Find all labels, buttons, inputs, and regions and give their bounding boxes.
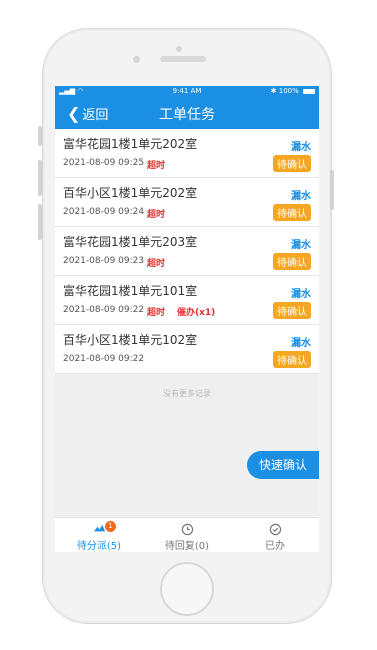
battery-percent: 100% xyxy=(278,87,299,95)
overdue-tag: 超时 xyxy=(147,161,166,171)
tab-badge: 1 xyxy=(105,521,116,532)
dispatch-icon xyxy=(93,524,105,532)
order-time: 2021-08-09 09:23 xyxy=(63,256,145,266)
order-item[interactable]: 百华小区1楼1单元102室 漏水 2021-08-09 09:22 待确认 xyxy=(55,325,319,374)
volume-up-button xyxy=(38,160,42,196)
tab-label: 待回复(0) xyxy=(164,541,210,552)
order-list: 富华花园1楼1单元202室 漏水 2021-08-09 09:25 超时 待确认… xyxy=(55,129,319,374)
tab-done[interactable]: 已办 xyxy=(231,518,319,552)
bluetooth-icon: ✱ xyxy=(270,87,277,95)
order-type: 漏水 xyxy=(291,142,311,153)
status-badge[interactable]: 待确认 xyxy=(273,204,311,221)
power-button xyxy=(330,170,334,210)
camera-dot xyxy=(176,46,182,52)
page-title: 工单任务 xyxy=(159,107,215,123)
order-address: 百华小区1楼1单元102室 xyxy=(63,333,198,347)
tab-pending-reply[interactable]: 待回复(0) xyxy=(143,518,231,552)
order-item[interactable]: 百华小区1楼1单元202室 漏水 2021-08-09 09:24 超时 待确认 xyxy=(55,178,319,227)
no-more-records: 没有更多记录 xyxy=(163,389,211,398)
app-screen: ▂▄▆ ◠ 9:41 AM ✱ 100% ❮ 返回 工单任务 富华花园1楼1单元2… xyxy=(55,86,319,552)
overdue-tag: 超时 xyxy=(147,308,166,318)
status-badge[interactable]: 待确认 xyxy=(273,155,311,172)
quick-confirm-button[interactable]: 快速确认 xyxy=(247,451,319,479)
order-type: 漏水 xyxy=(291,191,311,202)
order-address: 百华小区1楼1单元202室 xyxy=(63,186,198,200)
order-time: 2021-08-09 09:22 xyxy=(63,354,145,364)
order-address: 富华花园1楼1单元101室 xyxy=(63,284,198,298)
order-address: 富华花园1楼1单元202室 xyxy=(63,137,198,151)
order-type: 漏水 xyxy=(291,338,311,349)
order-item[interactable]: 富华花园1楼1单元202室 漏水 2021-08-09 09:25 超时 待确认 xyxy=(55,129,319,178)
tab-bar: 1 待分派(5) 待回复(0) 已办 xyxy=(55,517,319,552)
status-badge[interactable]: 待确认 xyxy=(273,351,311,368)
tab-label: 已办 xyxy=(265,541,285,552)
order-type: 漏水 xyxy=(291,289,311,300)
battery-icon xyxy=(303,88,315,94)
clock-icon xyxy=(181,523,193,536)
volume-down-button xyxy=(38,204,42,240)
order-item[interactable]: 富华花园1楼1单元203室 漏水 2021-08-09 09:23 超时 待确认 xyxy=(55,227,319,276)
check-circle-icon xyxy=(269,523,281,536)
order-item[interactable]: 富华花园1楼1单元101室 漏水 2021-08-09 09:22 超时 催办(… xyxy=(55,276,319,325)
order-time: 2021-08-09 09:25 xyxy=(63,158,145,168)
urge-tag: 催办(x1) xyxy=(177,308,216,318)
front-camera xyxy=(133,56,140,63)
home-button[interactable] xyxy=(160,562,214,616)
nav-bar: ❮ 返回 工单任务 xyxy=(55,97,319,129)
order-time: 2021-08-09 09:24 xyxy=(63,207,145,217)
battery-indicator: ✱ 100% xyxy=(271,87,315,95)
speaker-grille xyxy=(160,56,206,62)
status-badge[interactable]: 待确认 xyxy=(273,302,311,319)
tab-pending-dispatch[interactable]: 1 待分派(5) xyxy=(55,518,143,552)
tab-label: 待分派(5) xyxy=(76,541,122,552)
status-badge[interactable]: 待确认 xyxy=(273,253,311,270)
mute-switch xyxy=(38,126,42,146)
order-type: 漏水 xyxy=(291,240,311,251)
status-bar: ▂▄▆ ◠ 9:41 AM ✱ 100% xyxy=(55,86,319,97)
order-address: 富华花园1楼1单元203室 xyxy=(63,235,198,249)
overdue-tag: 超时 xyxy=(147,259,166,269)
overdue-tag: 超时 xyxy=(147,210,166,220)
order-time: 2021-08-09 09:22 xyxy=(63,305,145,315)
